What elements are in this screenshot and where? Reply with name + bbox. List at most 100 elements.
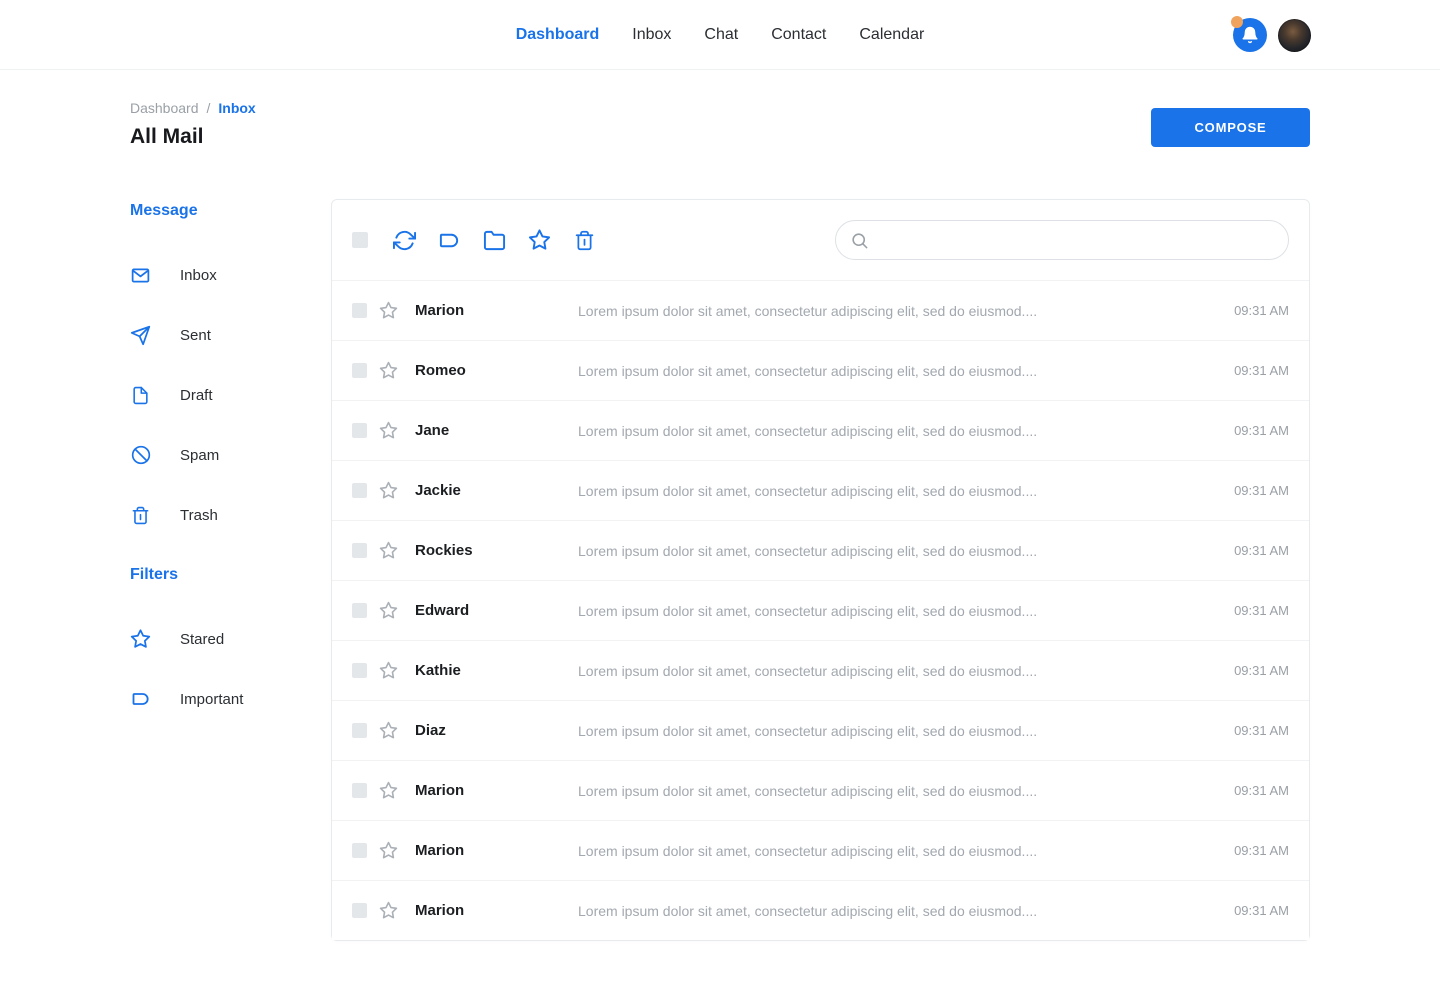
mail-time: 09:31 AM (1219, 903, 1289, 918)
star-icon[interactable] (379, 781, 398, 800)
mail-sender: Marion (415, 902, 578, 919)
mail-row[interactable]: Rockies Lorem ipsum dolor sit amet, cons… (332, 520, 1309, 580)
star-icon[interactable] (379, 361, 398, 380)
row-checkbox[interactable] (352, 423, 367, 438)
trash-icon[interactable] (573, 229, 596, 252)
mail-time: 09:31 AM (1219, 843, 1289, 858)
page-head-left: Dashboard / Inbox All Mail (130, 100, 256, 149)
star-icon[interactable] (379, 721, 398, 740)
row-checkbox[interactable] (352, 663, 367, 678)
mail-preview: Lorem ipsum dolor sit amet, consectetur … (578, 363, 1219, 379)
label-icon[interactable] (438, 229, 461, 252)
star-icon[interactable] (379, 301, 398, 320)
mail-time: 09:31 AM (1219, 783, 1289, 798)
mail-preview: Lorem ipsum dolor sit amet, consectetur … (578, 723, 1219, 739)
sidebar-item-trash[interactable]: Trash (130, 485, 331, 545)
sidebar-section-filters: Filters (130, 565, 331, 585)
mail-row[interactable]: Jane Lorem ipsum dolor sit amet, consect… (332, 400, 1309, 460)
mail-sender: Romeo (415, 362, 578, 379)
star-icon[interactable] (379, 841, 398, 860)
mail-row[interactable]: Marion Lorem ipsum dolor sit amet, conse… (332, 280, 1309, 340)
compose-button[interactable]: COMPOSE (1151, 108, 1310, 147)
block-icon (130, 445, 151, 466)
row-checkbox[interactable] (352, 723, 367, 738)
breadcrumb-separator: / (207, 100, 211, 116)
search-input[interactable] (877, 232, 1274, 248)
mail-list: Marion Lorem ipsum dolor sit amet, conse… (332, 280, 1309, 940)
mail-preview: Lorem ipsum dolor sit amet, consectetur … (578, 423, 1219, 439)
star-icon[interactable] (379, 601, 398, 620)
sidebar-section-message: Message (130, 201, 331, 221)
sidebar-item-inbox[interactable]: Inbox (130, 245, 331, 305)
mail-sender: Jane (415, 422, 578, 439)
breadcrumb-dashboard[interactable]: Dashboard (130, 100, 199, 116)
mail-row[interactable]: Diaz Lorem ipsum dolor sit amet, consect… (332, 700, 1309, 760)
notification-dot (1231, 16, 1243, 28)
row-checkbox[interactable] (352, 363, 367, 378)
mail-row[interactable]: Jackie Lorem ipsum dolor sit amet, conse… (332, 460, 1309, 520)
sidebar-item-label: Draft (180, 387, 213, 404)
star-icon (130, 629, 151, 650)
mail-row[interactable]: Kathie Lorem ipsum dolor sit amet, conse… (332, 640, 1309, 700)
breadcrumb: Dashboard / Inbox (130, 100, 256, 116)
sidebar-item-label: Stared (180, 631, 224, 648)
mail-preview: Lorem ipsum dolor sit amet, consectetur … (578, 603, 1219, 619)
row-checkbox[interactable] (352, 483, 367, 498)
notification-bell-icon[interactable] (1233, 18, 1267, 52)
search-box[interactable] (835, 220, 1289, 260)
sidebar-item-sent[interactable]: Sent (130, 305, 331, 365)
mail-panel: Marion Lorem ipsum dolor sit amet, conse… (331, 199, 1310, 941)
refresh-icon[interactable] (393, 229, 416, 252)
mail-sender: Marion (415, 842, 578, 859)
user-avatar[interactable] (1278, 19, 1311, 52)
nav-calendar[interactable]: Calendar (859, 26, 924, 44)
mail-preview: Lorem ipsum dolor sit amet, consectetur … (578, 483, 1219, 499)
mail-time: 09:31 AM (1219, 483, 1289, 498)
mail-row[interactable]: Marion Lorem ipsum dolor sit amet, conse… (332, 880, 1309, 940)
select-all-checkbox[interactable] (352, 232, 368, 248)
mail-sender: Marion (415, 782, 578, 799)
main-nav: Dashboard Inbox Chat Contact Calendar (516, 0, 925, 70)
mail-preview: Lorem ipsum dolor sit amet, consectetur … (578, 903, 1219, 919)
sidebar-item-label: Sent (180, 327, 211, 344)
sidebar-item-draft[interactable]: Draft (130, 365, 331, 425)
row-checkbox[interactable] (352, 543, 367, 558)
star-icon[interactable] (528, 229, 551, 252)
mail-sidebar: Message Inbox Sent (130, 199, 331, 941)
nav-dashboard[interactable]: Dashboard (516, 26, 600, 44)
mail-time: 09:31 AM (1219, 603, 1289, 618)
page-title: All Mail (130, 125, 256, 149)
row-checkbox[interactable] (352, 843, 367, 858)
sidebar-item-important[interactable]: Important (130, 669, 331, 729)
star-icon[interactable] (379, 901, 398, 920)
row-checkbox[interactable] (352, 603, 367, 618)
search-icon (850, 231, 869, 250)
mail-row[interactable]: Edward Lorem ipsum dolor sit amet, conse… (332, 580, 1309, 640)
row-checkbox[interactable] (352, 783, 367, 798)
trash-icon (130, 505, 151, 526)
row-checkbox[interactable] (352, 903, 367, 918)
mail-preview: Lorem ipsum dolor sit amet, consectetur … (578, 543, 1219, 559)
mail-time: 09:31 AM (1219, 723, 1289, 738)
nav-inbox[interactable]: Inbox (632, 26, 671, 44)
nav-contact[interactable]: Contact (771, 26, 826, 44)
folder-icon[interactable] (483, 229, 506, 252)
mail-row[interactable]: Marion Lorem ipsum dolor sit amet, conse… (332, 820, 1309, 880)
nav-chat[interactable]: Chat (704, 26, 738, 44)
mail-preview: Lorem ipsum dolor sit amet, consectetur … (578, 783, 1219, 799)
star-icon[interactable] (379, 421, 398, 440)
sidebar-item-stared[interactable]: Stared (130, 609, 331, 669)
sidebar-item-label: Trash (180, 507, 218, 524)
row-checkbox[interactable] (352, 303, 367, 318)
mail-preview: Lorem ipsum dolor sit amet, consectetur … (578, 843, 1219, 859)
mail-time: 09:31 AM (1219, 423, 1289, 438)
sidebar-item-label: Spam (180, 447, 219, 464)
mail-row[interactable]: Romeo Lorem ipsum dolor sit amet, consec… (332, 340, 1309, 400)
star-icon[interactable] (379, 481, 398, 500)
breadcrumb-inbox[interactable]: Inbox (218, 100, 255, 116)
sidebar-item-spam[interactable]: Spam (130, 425, 331, 485)
mail-sender: Diaz (415, 722, 578, 739)
star-icon[interactable] (379, 661, 398, 680)
star-icon[interactable] (379, 541, 398, 560)
mail-row[interactable]: Marion Lorem ipsum dolor sit amet, conse… (332, 760, 1309, 820)
